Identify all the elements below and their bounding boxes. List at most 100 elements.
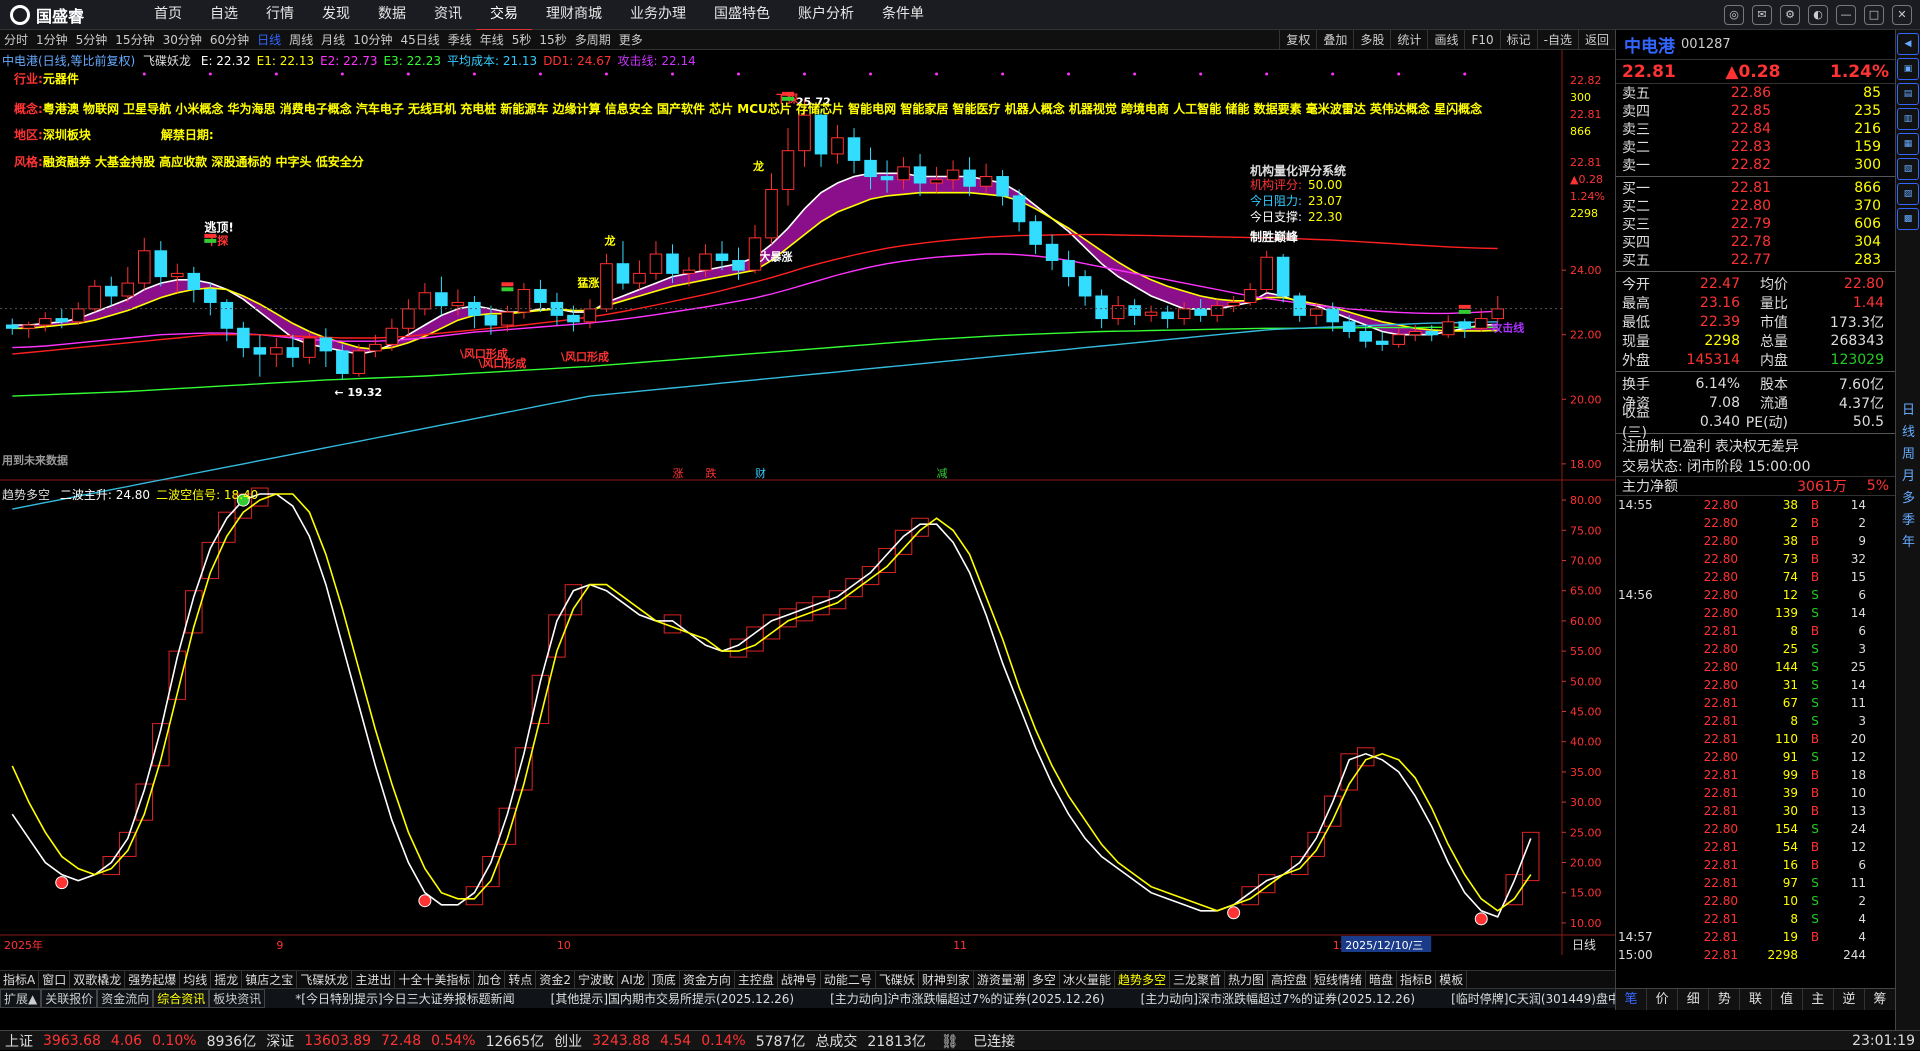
- candle[interactable]: [435, 276, 448, 316]
- indicator-tab-29[interactable]: 短线情绪: [1311, 971, 1367, 988]
- menu-item-7[interactable]: 理财商城: [532, 0, 616, 31]
- indicator-tab-9[interactable]: 十全十美指标: [395, 971, 475, 988]
- bid-row-0[interactable]: 买一 22.81 866: [1616, 179, 1895, 197]
- indicator-tab-16[interactable]: 资金方向: [680, 971, 735, 988]
- candle[interactable]: [765, 173, 778, 245]
- period-tab-9[interactable]: 10分钟: [349, 31, 396, 48]
- candle[interactable]: [649, 241, 663, 280]
- candle[interactable]: [1458, 318, 1472, 338]
- sidebar-tool-7-icon[interactable]: ▩: [1897, 208, 1919, 230]
- sidebar-char-4[interactable]: 多: [1896, 488, 1920, 510]
- news-item-3[interactable]: [主力动向]深市涨跌幅超过7%的证券(2025.12.26): [1135, 990, 1421, 1007]
- candle[interactable]: [138, 237, 151, 290]
- indicator-tab-4[interactable]: 均线: [180, 971, 212, 988]
- news-item-1[interactable]: [其他提示]国内期市交易所提示(2025.12.26): [545, 990, 800, 1007]
- indicator-tab-22[interactable]: 游资量潮: [974, 971, 1029, 988]
- chart-tool-8[interactable]: 返回: [1577, 30, 1615, 50]
- candle[interactable]: [1012, 189, 1026, 232]
- right-tab-2[interactable]: 细: [1678, 989, 1710, 1010]
- period-tab-12[interactable]: 年线: [476, 31, 508, 48]
- skin-icon[interactable]: ◐: [1808, 5, 1828, 25]
- indicator-tab-14[interactable]: AI龙: [618, 971, 649, 988]
- period-tab-2[interactable]: 5分钟: [72, 31, 112, 48]
- sidebar-tool-2-icon[interactable]: ▤: [1897, 83, 1919, 105]
- right-tab-0[interactable]: 笔: [1616, 989, 1648, 1010]
- minimize-icon[interactable]: —: [1836, 5, 1856, 25]
- period-tab-7[interactable]: 周线: [285, 31, 317, 48]
- candle[interactable]: [633, 260, 646, 290]
- candle[interactable]: [237, 321, 250, 358]
- right-tab-5[interactable]: 值: [1772, 989, 1803, 1010]
- indicator-tab-30[interactable]: 暗盘: [1366, 971, 1398, 988]
- menu-item-1[interactable]: 自选: [196, 0, 252, 31]
- candle[interactable]: [1276, 254, 1290, 303]
- candle[interactable]: [1128, 299, 1141, 326]
- period-tab-14[interactable]: 15秒: [535, 31, 570, 48]
- sidebar-char-5[interactable]: 季: [1896, 510, 1920, 532]
- candle[interactable]: [1045, 234, 1059, 271]
- candle[interactable]: [1078, 270, 1092, 306]
- indicator-tab-21[interactable]: 财神到家: [919, 971, 974, 988]
- period-tab-3[interactable]: 15分钟: [111, 31, 158, 48]
- menu-item-2[interactable]: 行情: [252, 0, 308, 31]
- sidebar-arrow-icon[interactable]: ◀: [1897, 33, 1919, 55]
- chat-icon[interactable]: ◎: [1724, 5, 1744, 25]
- menu-item-6[interactable]: 交易: [476, 0, 532, 31]
- candle[interactable]: [1375, 331, 1389, 351]
- candle[interactable]: [1111, 295, 1125, 326]
- indicator-tab-17[interactable]: 主控盘: [735, 971, 778, 988]
- message-icon[interactable]: ✉: [1752, 5, 1772, 25]
- period-tab-1[interactable]: 1分钟: [32, 31, 72, 48]
- candle[interactable]: [1227, 295, 1240, 313]
- candle[interactable]: [154, 241, 168, 287]
- candle[interactable]: [1359, 325, 1372, 348]
- period-tab-8[interactable]: 月线: [317, 31, 349, 48]
- indicator-tab-5[interactable]: 摇龙: [211, 971, 243, 988]
- right-tab-4[interactable]: 联: [1740, 989, 1772, 1010]
- chart-tool-3[interactable]: 统计: [1390, 30, 1427, 50]
- indicator-tab-26[interactable]: 三龙聚首: [1170, 971, 1225, 988]
- bid-row-3[interactable]: 买四 22.78 304: [1616, 233, 1895, 251]
- news-tab-0[interactable]: 扩展▲: [0, 989, 42, 1008]
- menu-item-0[interactable]: 首页: [140, 0, 196, 31]
- candle[interactable]: [1243, 283, 1257, 306]
- candle[interactable]: [187, 266, 201, 303]
- indicator-tab-19[interactable]: 动能二号: [821, 971, 876, 988]
- menu-item-8[interactable]: 业务办理: [616, 0, 700, 31]
- sidebar-tool-5-icon[interactable]: ▧: [1897, 158, 1919, 180]
- sidebar-tool-1-icon[interactable]: ▣: [1897, 58, 1919, 80]
- sidebar-char-1[interactable]: 线: [1896, 422, 1920, 444]
- sidebar-char-6[interactable]: 年: [1896, 532, 1920, 554]
- candle[interactable]: [1062, 250, 1075, 287]
- menu-item-3[interactable]: 发现: [308, 0, 364, 31]
- sidebar-tool-3-icon[interactable]: ▥: [1897, 108, 1919, 130]
- indicator-tab-12[interactable]: 资金2: [536, 971, 576, 988]
- menu-item-9[interactable]: 国盛特色: [700, 0, 784, 31]
- candle[interactable]: [996, 170, 1009, 206]
- chart-tool-1[interactable]: 叠加: [1316, 30, 1353, 50]
- right-tab-7[interactable]: 逆: [1834, 989, 1865, 1010]
- indicator-tab-10[interactable]: 加仓: [474, 971, 506, 988]
- period-tab-4[interactable]: 30分钟: [159, 31, 206, 48]
- right-tab-3[interactable]: 势: [1709, 989, 1741, 1010]
- period-tab-11[interactable]: 季线: [444, 31, 476, 48]
- news-tab-1[interactable]: 关联报价: [41, 989, 98, 1008]
- sh-index-name[interactable]: 上证: [0, 1031, 38, 1051]
- indicator-tab-8[interactable]: 主进出: [352, 971, 396, 988]
- indicator-tab-24[interactable]: 冰火量能: [1060, 971, 1115, 988]
- indicator-name[interactable]: 飞碟妖龙: [143, 54, 191, 68]
- bid-row-2[interactable]: 买三 22.79 606: [1616, 215, 1895, 233]
- period-tab-16[interactable]: 更多: [615, 31, 647, 48]
- news-item-2[interactable]: [主力动向]沪市涨跌幅超过7%的证券(2025.12.26): [824, 990, 1110, 1007]
- sidebar-tool-4-icon[interactable]: ▦: [1897, 133, 1919, 155]
- indicator-tab-32[interactable]: 模板: [1436, 971, 1468, 988]
- chart-tool-4[interactable]: 画线: [1427, 30, 1464, 50]
- candle[interactable]: [253, 334, 267, 377]
- menu-item-4[interactable]: 数据: [364, 0, 420, 31]
- news-tab-4[interactable]: 板块资讯: [209, 989, 266, 1008]
- period-tab-5[interactable]: 60分钟: [206, 31, 253, 48]
- menu-item-11[interactable]: 条件单: [868, 0, 938, 31]
- indicator-tab-1[interactable]: 窗口: [39, 971, 71, 988]
- menu-item-5[interactable]: 资讯: [420, 0, 476, 31]
- candle[interactable]: [1260, 250, 1273, 293]
